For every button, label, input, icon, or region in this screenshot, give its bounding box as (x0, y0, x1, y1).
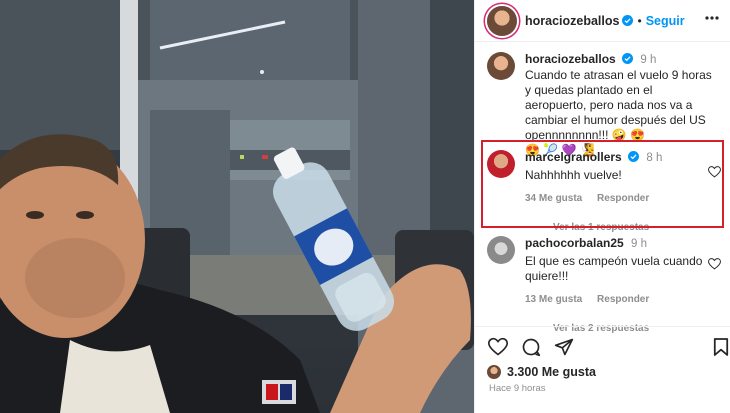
reply-button[interactable]: Responder (597, 294, 649, 305)
author-username[interactable]: horaciozeballos (525, 14, 619, 28)
caption-avatar[interactable] (487, 52, 515, 80)
share-icon[interactable] (554, 337, 574, 357)
commenter-avatar[interactable] (487, 236, 515, 264)
commenter-username[interactable]: pachocorbalan25 (525, 236, 624, 250)
likes-count-text[interactable]: 3.300 Me gusta (507, 365, 596, 379)
caption-text: Cuando te atrasan el vuelo 9 horas y que… (525, 68, 712, 142)
comment-likes[interactable]: 13 Me gusta (525, 294, 582, 305)
comment-item: pachocorbalan25 9 h El que es campeón vu… (487, 236, 723, 336)
liker-avatar (487, 365, 501, 379)
bookmark-icon[interactable] (713, 337, 729, 357)
airport-selfie-illustration (0, 0, 474, 413)
like-comment-heart-icon[interactable] (708, 258, 721, 270)
comment-icon[interactable] (521, 337, 541, 357)
post-header: horaciozeballos • Seguir (475, 0, 730, 42)
post-photo (0, 0, 474, 413)
caption-username[interactable]: horaciozeballos (525, 52, 616, 66)
likes-count[interactable]: 3.300 Me gusta (487, 365, 596, 379)
separator-dot: • (637, 13, 642, 28)
post-actions-bar: 3.300 Me gusta Hace 9 horas (475, 326, 730, 413)
post-timestamp: Hace 9 horas (489, 383, 546, 394)
verified-badge-icon (622, 53, 634, 64)
comment-text: El que es campeón vuela cuando quiere!!! (525, 254, 703, 283)
caption-time: 9 h (640, 54, 657, 66)
more-options-icon[interactable] (705, 16, 719, 20)
heart-icon[interactable] (488, 337, 508, 357)
comment-time: 9 h (631, 238, 648, 250)
comment-highlight-box (481, 140, 724, 228)
follow-button[interactable]: Seguir (646, 14, 685, 28)
author-avatar[interactable] (487, 5, 517, 36)
verified-badge-icon (622, 15, 634, 26)
